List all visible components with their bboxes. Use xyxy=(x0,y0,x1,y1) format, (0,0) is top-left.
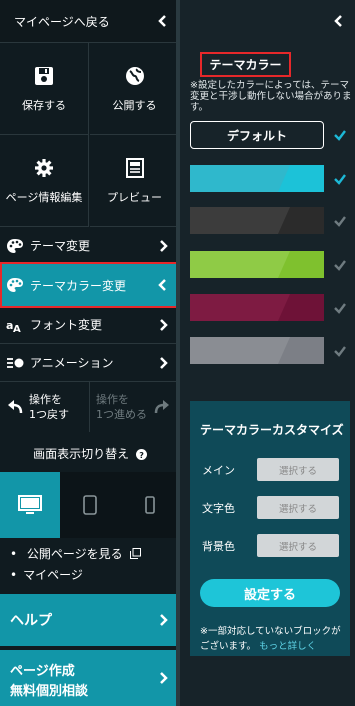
chevron-right-icon xyxy=(156,239,170,253)
customize-footnote: ※一部対応していないブロックがございます。 もっと詳しく xyxy=(200,624,348,654)
redo-label: 操作を 1つ進める xyxy=(96,393,147,421)
menu-theme-color-change-label: テーマカラー変更 xyxy=(30,278,127,293)
public-page-link[interactable]: 公開ページを見る xyxy=(10,544,141,565)
font-icon: aA xyxy=(6,317,24,333)
save-button[interactable]: 保存する xyxy=(0,43,89,135)
default-color-button[interactable]: デフォルト xyxy=(190,121,324,149)
tablet-icon xyxy=(83,495,97,515)
swatch-accent-color xyxy=(190,165,290,192)
customize-title: テーマカラーカスタマイズ xyxy=(200,423,344,437)
color-swatch-5[interactable] xyxy=(190,337,324,364)
chevron-right-icon xyxy=(156,356,170,370)
consult-label-2: 無料個別相談 xyxy=(10,684,89,699)
animation-icon xyxy=(6,355,24,371)
back-to-mypage-button[interactable]: マイページへ戻る xyxy=(0,0,180,43)
swatch-accent-color xyxy=(190,251,290,278)
text-color-label: 文字色 xyxy=(202,502,235,515)
palette-icon xyxy=(6,238,24,254)
screen-switch-title: 画面表示切り替え ? xyxy=(0,445,180,462)
chevron-right-icon xyxy=(156,613,170,627)
panel-title: テーマカラー xyxy=(200,52,291,77)
close-panel-chevron-icon[interactable] xyxy=(333,14,345,28)
page-info-button[interactable]: ページ情報編集 xyxy=(0,135,89,227)
redo-icon xyxy=(153,398,171,416)
swatch-accent-color xyxy=(190,207,290,234)
editor-sidebar: マイページへ戻る 保存する 公開する ページ情報編集 プレビュー テーマ変更 テ… xyxy=(0,0,180,706)
svg-text:?: ? xyxy=(139,451,144,460)
redo-button[interactable]: 操作を 1つ進める xyxy=(90,382,180,432)
device-switcher xyxy=(0,472,180,538)
help-label: ヘルプ xyxy=(10,613,52,629)
mypage-link[interactable]: マイページ xyxy=(10,565,141,586)
apply-settings-button[interactable]: 設定する xyxy=(200,579,340,607)
external-link-icon xyxy=(129,548,141,559)
save-label: 保存する xyxy=(22,98,66,112)
publish-label: 公開する xyxy=(112,98,157,112)
back-label: マイページへ戻る xyxy=(14,14,110,29)
help-circle-icon: ? xyxy=(135,449,147,460)
undo-button[interactable]: 操作を 1つ戻す xyxy=(0,382,90,432)
menu-font-change-label: フォント変更 xyxy=(30,318,103,332)
default-label: デフォルト xyxy=(226,128,287,143)
check-icon xyxy=(333,128,347,142)
tablet-view-button[interactable] xyxy=(60,472,120,538)
free-consultation-button[interactable]: ページ作成 無料個別相談 xyxy=(0,650,180,706)
menu-theme-color-change[interactable]: テーマカラー変更 xyxy=(0,264,180,306)
menu-animation[interactable]: アニメーション xyxy=(0,344,180,382)
preview-button[interactable]: プレビュー xyxy=(90,135,179,227)
menu-animation-label: アニメーション xyxy=(30,356,114,370)
help-button[interactable]: ヘルプ xyxy=(0,594,180,646)
color-swatch-3[interactable] xyxy=(190,251,324,278)
text-color-select-button[interactable]: 選択する xyxy=(257,496,339,519)
color-swatch-1[interactable] xyxy=(190,165,324,192)
panel-note: ※設定したカラーによっては、テーマ変更と干渉し動作しない場合があります。 xyxy=(190,80,352,113)
check-icon xyxy=(333,214,347,228)
desktop-icon xyxy=(18,495,42,514)
undo-icon xyxy=(6,398,24,416)
check-icon xyxy=(333,258,347,272)
palette-icon xyxy=(6,277,24,293)
background-color-select-button[interactable]: 選択する xyxy=(257,534,339,557)
mobile-view-button[interactable] xyxy=(120,472,180,538)
globe-icon xyxy=(124,65,146,87)
chevron-right-icon xyxy=(156,318,170,332)
mobile-icon xyxy=(145,496,155,514)
chevron-right-icon xyxy=(156,671,170,685)
preview-label: プレビュー xyxy=(107,190,162,204)
publish-button[interactable]: 公開する xyxy=(90,43,179,135)
svg-text:A: A xyxy=(13,324,21,333)
desktop-view-button[interactable] xyxy=(0,472,60,538)
main-color-label: メイン xyxy=(202,464,235,477)
menu-theme-change[interactable]: テーマ変更 xyxy=(0,228,180,264)
menu-font-change[interactable]: aA フォント変更 xyxy=(0,306,180,344)
check-icon xyxy=(333,344,347,358)
gear-icon xyxy=(33,157,55,179)
check-icon xyxy=(333,301,347,315)
color-customize-box: テーマカラーカスタマイズ メイン 選択する 文字色 選択する 背景色 選択する … xyxy=(190,401,350,656)
chevron-left-icon xyxy=(156,278,170,292)
swatch-accent-color xyxy=(190,337,290,364)
preview-icon xyxy=(124,157,146,179)
undo-label: 操作を 1つ戻す xyxy=(29,393,69,421)
page-info-label: ページ情報編集 xyxy=(5,190,83,204)
save-icon xyxy=(33,65,55,87)
chevron-left-icon xyxy=(156,14,170,28)
check-icon xyxy=(333,172,347,186)
apply-label: 設定する xyxy=(243,587,296,603)
menu-theme-change-label: テーマ変更 xyxy=(30,239,91,253)
more-details-link[interactable]: もっと詳しく xyxy=(259,641,316,652)
background-color-label: 背景色 xyxy=(202,540,235,553)
consult-label-1: ページ作成 xyxy=(10,664,75,679)
color-swatch-4[interactable] xyxy=(190,294,324,321)
main-color-select-button[interactable]: 選択する xyxy=(257,458,339,481)
color-swatch-2[interactable] xyxy=(190,207,324,234)
swatch-accent-color xyxy=(190,294,290,321)
